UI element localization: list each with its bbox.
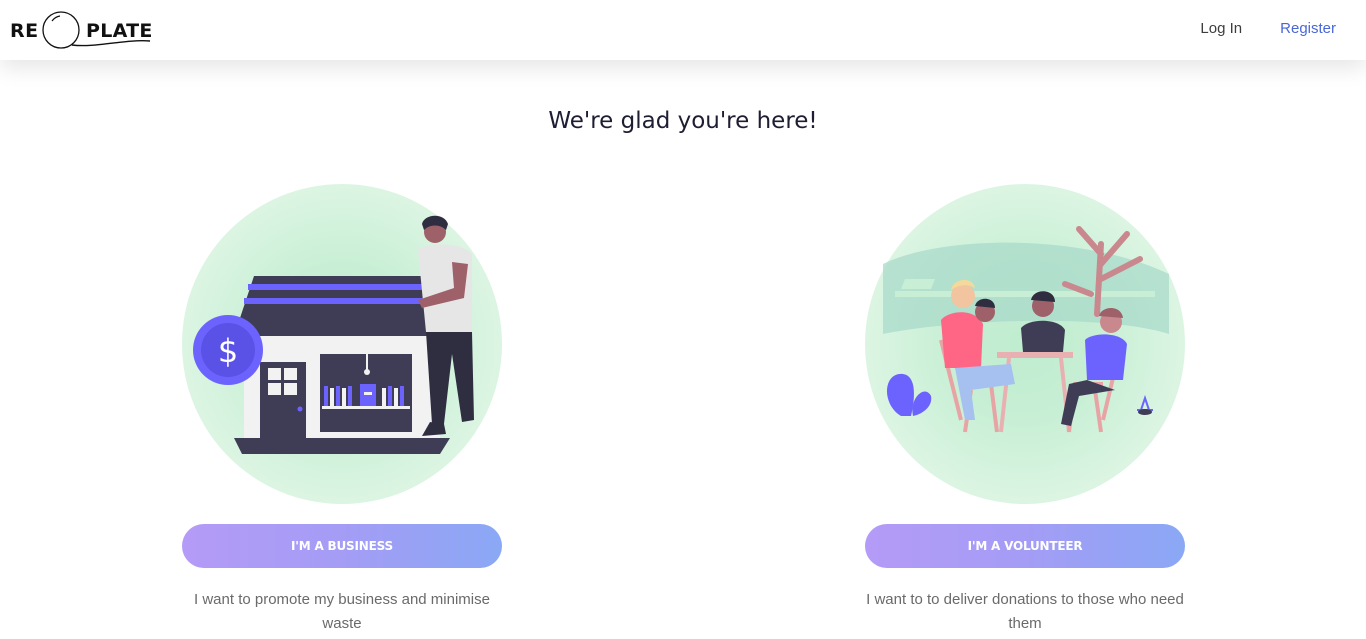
svg-text:$: $ bbox=[218, 332, 238, 370]
logo-text-re: RE bbox=[10, 20, 39, 42]
business-button[interactable]: I'M A BUSINESS bbox=[182, 524, 502, 568]
register-link[interactable]: Register bbox=[1280, 20, 1336, 37]
storefront-illustration-icon: $ bbox=[193, 215, 474, 454]
logo-swoosh-icon bbox=[71, 40, 151, 47]
volunteers-table-illustration-icon bbox=[883, 226, 1169, 433]
volunteer-description: I want to to deliver donations to those … bbox=[866, 591, 1184, 632]
nav-links: Log In Register bbox=[1200, 20, 1336, 37]
business-description: I want to promote my business and minimi… bbox=[194, 591, 490, 632]
business-illustration: $ bbox=[182, 184, 502, 504]
navbar: RE PLATE Log In Register bbox=[0, 0, 1366, 60]
business-card: $ I'M A BUSINESS I want to promote my bu… bbox=[182, 184, 502, 632]
volunteer-card: I'M A VOLUNTEER I want to to deliver don… bbox=[865, 184, 1185, 632]
page-heading: We're glad you're here! bbox=[548, 108, 818, 134]
volunteer-illustration bbox=[865, 184, 1185, 504]
replate-logo[interactable]: RE PLATE bbox=[10, 8, 155, 52]
volunteer-button[interactable]: I'M A VOLUNTEER bbox=[865, 524, 1185, 568]
login-link[interactable]: Log In bbox=[1200, 20, 1242, 37]
